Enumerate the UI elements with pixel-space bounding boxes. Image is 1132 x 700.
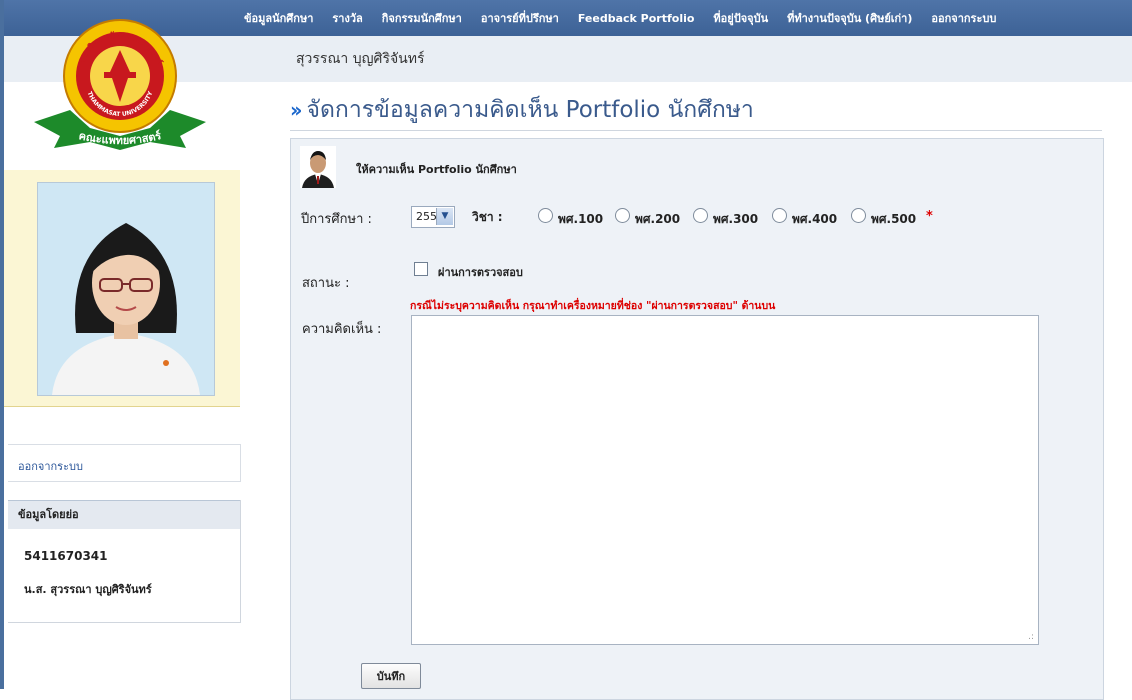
subject-radio-100[interactable] xyxy=(538,208,553,223)
subject-radio-200[interactable] xyxy=(615,208,630,223)
header-student-name: สุวรรณา บุญศิริจันทร์ xyxy=(296,51,425,67)
sidebar-logout-box: ออกจากระบบ xyxy=(8,444,241,482)
nav-awards[interactable]: รางวัล xyxy=(332,9,362,27)
chevron-down-icon[interactable]: ▼ xyxy=(436,208,453,225)
student-photo xyxy=(37,182,215,396)
profile-summary-header: ข้อมูลโดยย่อ xyxy=(8,500,240,529)
nav-current-workplace[interactable]: ที่ทำงานปัจจุบัน (ศิษย์เก่า) xyxy=(787,9,912,27)
resize-grip-icon[interactable]: .: xyxy=(1028,632,1034,642)
status-label: สถานะ : xyxy=(302,276,350,291)
nav-advisor[interactable]: อาจารย์ที่ปรึกษา xyxy=(481,9,559,27)
subject-radio-300[interactable] xyxy=(693,208,708,223)
subject-radio-500[interactable] xyxy=(851,208,866,223)
sidebar-logout-link[interactable]: ออกจากระบบ xyxy=(18,457,83,475)
warning-message: กรณีไม่ระบุความคิดเห็น กรุณาทำเครื่องหมา… xyxy=(410,300,776,312)
student-id: 5411670341 xyxy=(24,549,108,563)
subject-radio-300-label: พศ.300 xyxy=(713,212,759,226)
comment-label: ความคิดเห็น : xyxy=(302,322,382,337)
nav-feedback-portfolio[interactable]: Feedback Portfolio xyxy=(578,12,695,25)
subject-radio-500-label: พศ.500 xyxy=(871,212,917,226)
academic-year-label: ปีการศึกษา : xyxy=(301,212,372,227)
advisor-avatar xyxy=(300,146,336,188)
subject-radio-100-label: พศ.100 xyxy=(558,212,604,226)
comment-textarea[interactable]: .: xyxy=(411,315,1039,645)
faculty-logo: มหาวิทยาลัยธรรมศาสตร์ THAMMASAT UNIVERSI… xyxy=(34,19,206,150)
profile-summary-box: ข้อมูลโดยย่อ 5411670341 น.ส. สุวรรณา บุญ… xyxy=(8,500,241,623)
verified-checkbox[interactable] xyxy=(414,262,428,276)
nav-current-address[interactable]: ที่อยู่ปัจจุบัน xyxy=(713,9,768,27)
page-title-text: จัดการข้อมูลความคิดเห็น Portfolio นักศึก… xyxy=(306,97,754,123)
subject-radio-400[interactable] xyxy=(772,208,787,223)
subject-radio-400-label: พศ.400 xyxy=(792,212,838,226)
subject-label: วิชา : xyxy=(472,210,503,224)
nav-logout[interactable]: ออกจากระบบ xyxy=(931,9,996,27)
subject-radio-200-label: พศ.200 xyxy=(635,212,681,226)
title-divider xyxy=(290,130,1102,131)
page-title: ›› จัดการข้อมูลความคิดเห็น Portfolio นักศ… xyxy=(290,92,754,128)
nav-student-info[interactable]: ข้อมูลนักศึกษา xyxy=(244,9,313,27)
student-photo-panel xyxy=(4,170,240,407)
save-button[interactable]: บันทึก xyxy=(361,663,421,689)
double-chevron-icon: ›› xyxy=(290,98,303,122)
form-intro-text: ให้ความเห็น Portfolio นักศึกษา xyxy=(356,163,517,176)
academic-year-select[interactable]: 2554 ▼ xyxy=(411,206,455,228)
required-asterisk: * xyxy=(926,209,933,224)
nav-activities[interactable]: กิจกรรมนักศึกษา xyxy=(382,9,462,27)
student-fullname: น.ส. สุวรรณา บุญศิริจันทร์ xyxy=(24,583,152,596)
verified-checkbox-label: ผ่านการตรวจสอบ xyxy=(438,266,523,279)
